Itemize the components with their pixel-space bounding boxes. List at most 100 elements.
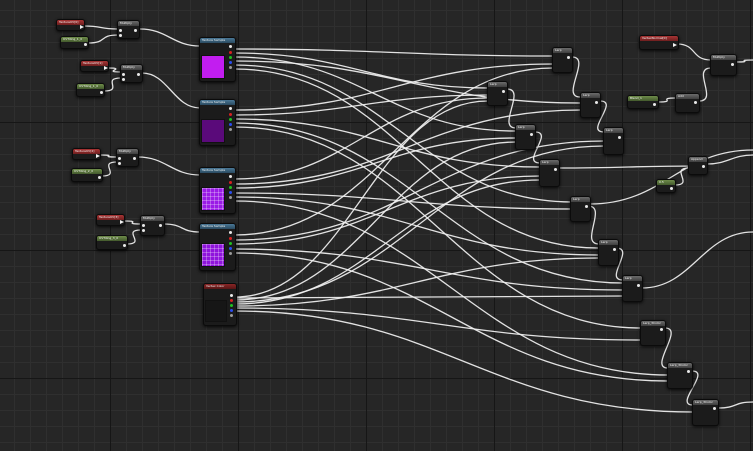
wire[interactable] — [99, 154, 118, 158]
output-pin[interactable] — [567, 56, 570, 59]
wire[interactable] — [87, 34, 119, 44]
output-pin[interactable] — [613, 248, 616, 251]
lerp-node-1[interactable]: Lerp — [552, 47, 573, 73]
wire[interactable] — [234, 52, 489, 89]
output-pin[interactable] — [653, 103, 656, 106]
lerp-node-2[interactable]: Lerp — [487, 81, 508, 106]
wire[interactable] — [641, 231, 753, 289]
wire[interactable] — [234, 295, 624, 299]
output-pin[interactable] — [98, 176, 101, 179]
output-pin[interactable] — [502, 90, 505, 93]
lerp-node-8[interactable]: Lerp — [598, 239, 619, 266]
wire[interactable] — [735, 59, 753, 63]
r-output-pin[interactable] — [230, 299, 233, 302]
output-pin[interactable] — [96, 154, 100, 158]
wire[interactable] — [163, 223, 201, 233]
vertex-color-node[interactable]: Vertex Color — [203, 283, 237, 326]
uv-tiling-scalar-node-2[interactable]: UVTiling_1_0 — [76, 83, 105, 97]
output-pin[interactable] — [159, 224, 162, 227]
lerp-node-9[interactable]: Lerp — [622, 275, 643, 302]
add-node-right[interactable]: Add — [675, 93, 700, 113]
wire[interactable] — [139, 28, 201, 47]
output-pin[interactable] — [637, 284, 640, 287]
output-pin[interactable] — [660, 328, 663, 331]
lerp-node-3[interactable]: Lerp — [580, 92, 601, 118]
uv-tiling-scalar-node-3[interactable]: UVTiling_2_0 — [71, 168, 103, 182]
texture-uv-param-node-2[interactable]: TextureUV[1] — [80, 60, 109, 72]
lerp-node-4[interactable]: Lerp — [515, 124, 536, 150]
wire[interactable] — [234, 200, 669, 376]
texture-sample-node-3[interactable]: Texture Sample — [199, 167, 236, 214]
wire[interactable] — [234, 307, 642, 341]
multiply-node-right[interactable]: Multiply — [710, 54, 737, 76]
wire[interactable] — [137, 156, 201, 176]
vertex-normal-param-node[interactable]: VertexNormal[0] — [639, 35, 679, 50]
wire[interactable] — [234, 56, 516, 132]
texture-sample-node-2[interactable]: Texture Sample — [199, 99, 236, 146]
a-output-pin[interactable] — [230, 314, 233, 317]
multiply-node-1[interactable]: Multiply — [117, 20, 140, 39]
input-pin-a[interactable] — [122, 73, 125, 76]
multiply-node-4[interactable]: Multiply — [140, 215, 165, 236]
wire[interactable] — [676, 43, 712, 61]
lerp-node-6[interactable]: Lerp — [539, 159, 560, 187]
input-pin-b[interactable] — [118, 162, 121, 165]
wire[interactable] — [123, 220, 142, 225]
output-pin[interactable] — [100, 91, 103, 94]
output-pin[interactable] — [133, 157, 136, 160]
output-pin[interactable] — [673, 43, 677, 47]
rgb-output-pin[interactable] — [229, 45, 232, 48]
output-pin[interactable] — [134, 29, 137, 32]
wire[interactable] — [83, 25, 119, 30]
g-output-pin[interactable] — [229, 186, 232, 189]
output-pin[interactable] — [120, 220, 124, 224]
output-pin[interactable] — [687, 370, 690, 373]
wire[interactable] — [657, 97, 677, 103]
output-pin[interactable] — [554, 168, 557, 171]
wire[interactable] — [234, 248, 624, 291]
output-pin[interactable] — [84, 43, 87, 46]
output-pin[interactable] — [104, 66, 108, 70]
output-pin[interactable] — [137, 73, 140, 76]
output-pin[interactable] — [123, 244, 126, 247]
wire[interactable] — [558, 165, 699, 169]
wire[interactable] — [101, 161, 118, 177]
output-pin[interactable] — [731, 63, 734, 66]
input-pin-b[interactable] — [122, 78, 125, 81]
r-output-pin[interactable] — [229, 237, 232, 240]
output-pin[interactable] — [694, 101, 697, 104]
texture-sample-node-4[interactable]: Texture Sample — [199, 223, 236, 271]
b-output-pin[interactable] — [229, 247, 232, 250]
wire[interactable] — [234, 175, 541, 245]
lerp-3color-node-2[interactable]: Lerp_3Color — [667, 362, 693, 389]
output-pin[interactable] — [585, 205, 588, 208]
constant-scalar-node[interactable]: 0.5 — [656, 179, 676, 193]
multiply-node-3[interactable]: Multiply — [116, 148, 139, 167]
wire[interactable] — [234, 310, 694, 413]
wire[interactable] — [234, 60, 581, 104]
output-pin[interactable] — [80, 25, 84, 29]
b-output-pin[interactable] — [229, 123, 232, 126]
a-output-pin[interactable] — [229, 252, 232, 255]
lerp-node-7[interactable]: Lerp — [570, 196, 591, 222]
lerp-3color-node-1[interactable]: Lerp_3Color — [640, 320, 666, 346]
input-pin-a[interactable] — [119, 29, 122, 32]
wire[interactable] — [571, 56, 581, 98]
r-output-pin[interactable] — [229, 113, 232, 116]
rgb-output-pin[interactable] — [230, 294, 233, 297]
input-pin-a[interactable] — [118, 157, 121, 160]
output-pin[interactable] — [713, 407, 716, 410]
g-output-pin[interactable] — [229, 118, 232, 121]
output-pin[interactable] — [670, 187, 673, 190]
output-pin[interactable] — [618, 136, 621, 139]
append-node-right[interactable]: Append — [688, 156, 708, 175]
texture-uv-param-node-1[interactable]: TextureUV[0] — [56, 19, 85, 31]
rgb-output-pin[interactable] — [229, 175, 232, 178]
texture-uv-param-node-4[interactable]: TextureUV[3] — [96, 214, 125, 226]
r-output-pin[interactable] — [229, 51, 232, 54]
lerp-node-5[interactable]: Lerp — [603, 127, 624, 155]
g-output-pin[interactable] — [230, 304, 233, 307]
wire[interactable] — [103, 77, 122, 92]
b-output-pin[interactable] — [230, 309, 233, 312]
material-graph-canvas[interactable]: TextureUV[0] UVTiling_1_0 Multiply Textu… — [0, 0, 753, 451]
